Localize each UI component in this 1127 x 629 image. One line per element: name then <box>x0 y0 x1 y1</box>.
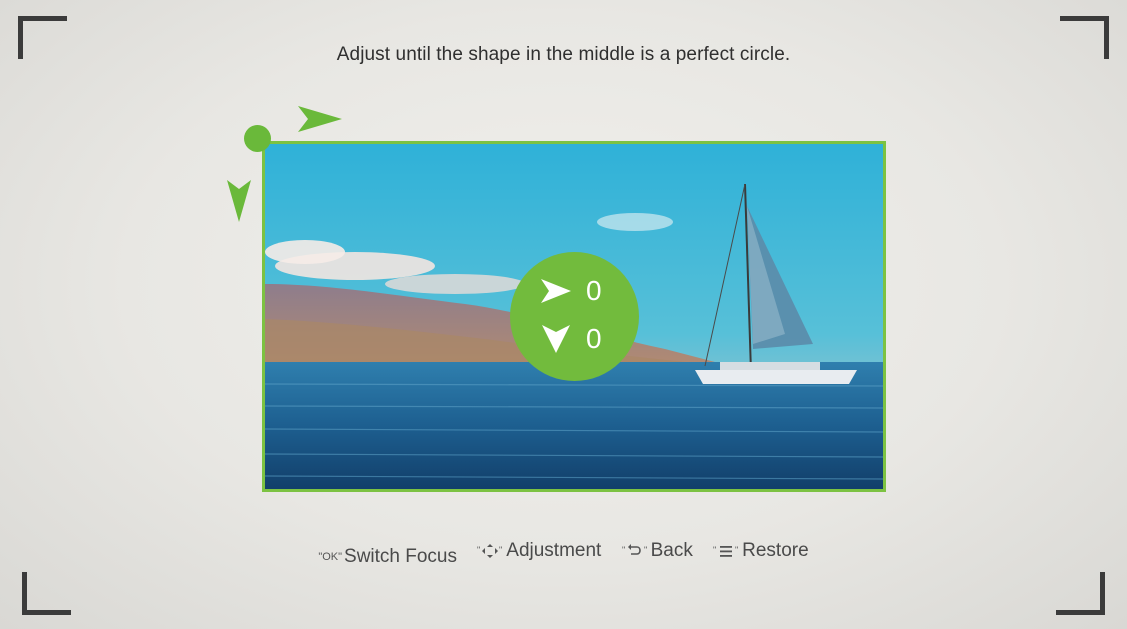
vertical-offset-row: 0 <box>540 322 602 356</box>
help-back: " " Back <box>619 540 693 562</box>
svg-text:": " <box>644 545 647 555</box>
arrow-down-icon <box>542 325 570 353</box>
horizontal-offset-row: 0 <box>540 274 602 308</box>
corner-bracket-bottom-right <box>1056 572 1105 615</box>
svg-text:": " <box>499 545 502 555</box>
ok-key-label: "OK" <box>318 551 343 563</box>
back-label: Back <box>650 540 693 561</box>
svg-text:": " <box>622 545 625 555</box>
help-switch-focus: "OK" Switch Focus <box>318 546 457 568</box>
arrow-right-icon <box>298 106 342 132</box>
svg-text:": " <box>735 545 738 555</box>
menu-icon: " " <box>713 542 739 560</box>
instruction-text: Adjust until the shape in the middle is … <box>336 44 791 65</box>
help-restore: " " Restore <box>710 540 809 562</box>
offset-indicator: 0 0 <box>510 252 639 381</box>
restore-label: Restore <box>742 540 809 561</box>
horizontal-offset-value: 0 <box>586 275 602 306</box>
arrow-right-icon <box>541 279 571 303</box>
vertical-offset-value: 0 <box>586 323 602 354</box>
adjustment-label: Adjustment <box>506 540 602 561</box>
corner-bracket-bottom-left <box>22 572 71 615</box>
corner-focus-handle[interactable] <box>244 125 271 152</box>
back-icon: " " <box>622 542 648 560</box>
switch-focus-label: Switch Focus <box>344 546 457 567</box>
directional-pad-icon: " " <box>477 542 503 560</box>
svg-text:": " <box>477 545 480 555</box>
arrow-down-icon <box>227 180 251 222</box>
help-bar: "OK" Switch Focus " " Adjustment " " Bac… <box>0 540 1127 568</box>
help-adjustment: " " Adjustment <box>474 540 601 562</box>
svg-text:": " <box>713 545 716 555</box>
